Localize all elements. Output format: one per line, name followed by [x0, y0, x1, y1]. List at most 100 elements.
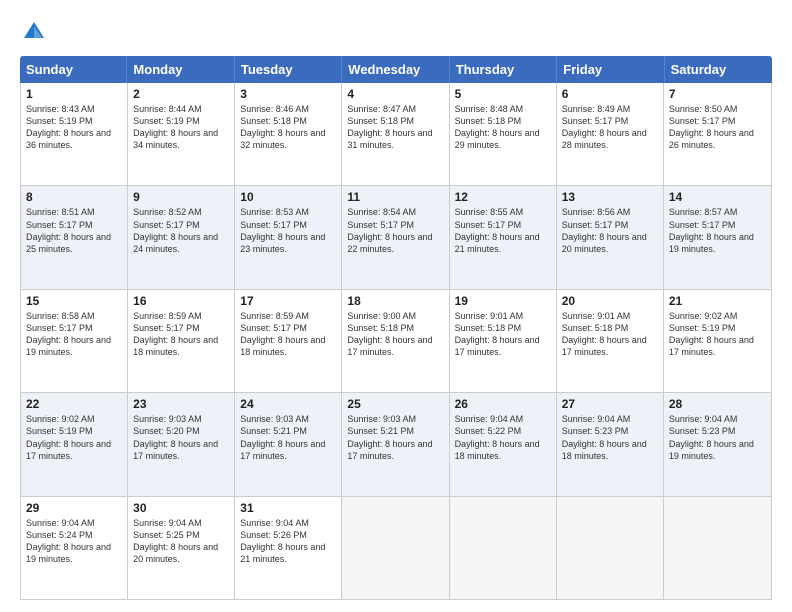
- day-cell-12: 12 Sunrise: 8:55 AMSunset: 5:17 PMDayligh…: [450, 186, 557, 288]
- day-cell-9: 9Sunrise: 8:52 AMSunset: 5:17 PMDaylight…: [128, 186, 235, 288]
- day-cell-29: 29 Sunrise: 9:04 AMSunset: 5:24 PMDayligh…: [21, 497, 128, 599]
- day-number: 14: [669, 190, 766, 204]
- day-number: 11: [347, 190, 443, 204]
- day-number: 18: [347, 294, 443, 308]
- page: SundayMondayTuesdayWednesdayThursdayFrid…: [0, 0, 792, 612]
- cell-info: Sunrise: 9:02 AMSunset: 5:19 PMDaylight:…: [26, 414, 111, 460]
- header-day-saturday: Saturday: [665, 56, 772, 83]
- cell-info: Sunrise: 8:51 AMSunset: 5:17 PMDaylight:…: [26, 207, 111, 253]
- cell-info: Sunrise: 9:01 AMSunset: 5:18 PMDaylight:…: [562, 311, 647, 357]
- day-cell-6: 6 Sunrise: 8:49 AMSunset: 5:17 PMDaylight…: [557, 83, 664, 185]
- logo-icon: [20, 18, 48, 46]
- day-cell-27: 27Sunrise: 9:04 AMSunset: 5:23 PMDayligh…: [557, 393, 664, 495]
- cell-info: Sunrise: 9:04 AMSunset: 5:26 PMDaylight:…: [240, 518, 325, 564]
- cell-info: Sunrise: 9:03 AMSunset: 5:21 PMDaylight:…: [347, 414, 432, 460]
- calendar-body: 1 Sunrise: 8:43 AMSunset: 5:19 PMDaylight…: [20, 83, 772, 600]
- day-number: 19: [455, 294, 551, 308]
- cell-info: Sunrise: 9:00 AMSunset: 5:18 PMDaylight:…: [347, 311, 432, 357]
- day-number: 26: [455, 397, 551, 411]
- cell-info: Sunrise: 8:55 AMSunset: 5:17 PMDaylight:…: [455, 207, 540, 253]
- cell-info: Sunrise: 8:59 AMSunset: 5:17 PMDaylight:…: [240, 311, 325, 357]
- day-cell-7: 7 Sunrise: 8:50 AMSunset: 5:17 PMDaylight…: [664, 83, 771, 185]
- header-day-wednesday: Wednesday: [342, 56, 449, 83]
- logo: [20, 18, 52, 46]
- day-number: 4: [347, 87, 443, 101]
- day-number: 7: [669, 87, 766, 101]
- day-cell-10: 10 Sunrise: 8:53 AMSunset: 5:17 PMDayligh…: [235, 186, 342, 288]
- day-cell-17: 17 Sunrise: 8:59 AMSunset: 5:17 PMDayligh…: [235, 290, 342, 392]
- day-number: 28: [669, 397, 766, 411]
- day-cell-11: 11 Sunrise: 8:54 AMSunset: 5:17 PMDayligh…: [342, 186, 449, 288]
- day-number: 10: [240, 190, 336, 204]
- cell-info: Sunrise: 8:52 AMSunset: 5:17 PMDaylight:…: [133, 207, 218, 253]
- day-number: 24: [240, 397, 336, 411]
- week-row-4: 22 Sunrise: 9:02 AMSunset: 5:19 PMDayligh…: [21, 393, 771, 496]
- cell-info: Sunrise: 9:03 AMSunset: 5:20 PMDaylight:…: [133, 414, 218, 460]
- day-cell-25: 25 Sunrise: 9:03 AMSunset: 5:21 PMDayligh…: [342, 393, 449, 495]
- day-cell-4: 4Sunrise: 8:47 AMSunset: 5:18 PMDaylight…: [342, 83, 449, 185]
- header: [20, 18, 772, 46]
- day-number: 1: [26, 87, 122, 101]
- day-cell-15: 15 Sunrise: 8:58 AMSunset: 5:17 PMDayligh…: [21, 290, 128, 392]
- day-number: 15: [26, 294, 122, 308]
- day-number: 22: [26, 397, 122, 411]
- cell-info: Sunrise: 8:58 AMSunset: 5:17 PMDaylight:…: [26, 311, 111, 357]
- cell-info: Sunrise: 9:04 AMSunset: 5:25 PMDaylight:…: [133, 518, 218, 564]
- cell-info: Sunrise: 9:04 AMSunset: 5:23 PMDaylight:…: [669, 414, 754, 460]
- day-cell-8: 8 Sunrise: 8:51 AMSunset: 5:17 PMDaylight…: [21, 186, 128, 288]
- day-cell-24: 24 Sunrise: 9:03 AMSunset: 5:21 PMDayligh…: [235, 393, 342, 495]
- day-number: 16: [133, 294, 229, 308]
- week-row-1: 1 Sunrise: 8:43 AMSunset: 5:19 PMDaylight…: [21, 83, 771, 186]
- day-number: 6: [562, 87, 658, 101]
- day-cell-22: 22 Sunrise: 9:02 AMSunset: 5:19 PMDayligh…: [21, 393, 128, 495]
- day-number: 5: [455, 87, 551, 101]
- day-cell-1: 1 Sunrise: 8:43 AMSunset: 5:19 PMDaylight…: [21, 83, 128, 185]
- cell-info: Sunrise: 9:04 AMSunset: 5:24 PMDaylight:…: [26, 518, 111, 564]
- day-number: 3: [240, 87, 336, 101]
- cell-info: Sunrise: 8:50 AMSunset: 5:17 PMDaylight:…: [669, 104, 754, 150]
- day-cell-2: 2Sunrise: 8:44 AMSunset: 5:19 PMDaylight…: [128, 83, 235, 185]
- day-cell-21: 21 Sunrise: 9:02 AMSunset: 5:19 PMDayligh…: [664, 290, 771, 392]
- day-number: 12: [455, 190, 551, 204]
- cell-info: Sunrise: 8:48 AMSunset: 5:18 PMDaylight:…: [455, 104, 540, 150]
- header-day-tuesday: Tuesday: [235, 56, 342, 83]
- day-number: 29: [26, 501, 122, 515]
- day-cell-18: 18 Sunrise: 9:00 AMSunset: 5:18 PMDayligh…: [342, 290, 449, 392]
- empty-cell: [342, 497, 449, 599]
- day-cell-31: 31Sunrise: 9:04 AMSunset: 5:26 PMDayligh…: [235, 497, 342, 599]
- cell-info: Sunrise: 8:49 AMSunset: 5:17 PMDaylight:…: [562, 104, 647, 150]
- cell-info: Sunrise: 9:04 AMSunset: 5:22 PMDaylight:…: [455, 414, 540, 460]
- calendar-header: SundayMondayTuesdayWednesdayThursdayFrid…: [20, 56, 772, 83]
- calendar: SundayMondayTuesdayWednesdayThursdayFrid…: [20, 56, 772, 600]
- day-number: 17: [240, 294, 336, 308]
- day-number: 21: [669, 294, 766, 308]
- cell-info: Sunrise: 8:54 AMSunset: 5:17 PMDaylight:…: [347, 207, 432, 253]
- day-cell-3: 3Sunrise: 8:46 AMSunset: 5:18 PMDaylight…: [235, 83, 342, 185]
- empty-cell: [450, 497, 557, 599]
- cell-info: Sunrise: 8:56 AMSunset: 5:17 PMDaylight:…: [562, 207, 647, 253]
- week-row-3: 15 Sunrise: 8:58 AMSunset: 5:17 PMDayligh…: [21, 290, 771, 393]
- empty-cell: [557, 497, 664, 599]
- header-day-monday: Monday: [127, 56, 234, 83]
- day-number: 13: [562, 190, 658, 204]
- week-row-5: 29 Sunrise: 9:04 AMSunset: 5:24 PMDayligh…: [21, 497, 771, 599]
- day-cell-26: 26 Sunrise: 9:04 AMSunset: 5:22 PMDayligh…: [450, 393, 557, 495]
- cell-info: Sunrise: 8:59 AMSunset: 5:17 PMDaylight:…: [133, 311, 218, 357]
- day-cell-23: 23Sunrise: 9:03 AMSunset: 5:20 PMDayligh…: [128, 393, 235, 495]
- day-number: 8: [26, 190, 122, 204]
- cell-info: Sunrise: 9:03 AMSunset: 5:21 PMDaylight:…: [240, 414, 325, 460]
- day-number: 25: [347, 397, 443, 411]
- day-number: 20: [562, 294, 658, 308]
- cell-info: Sunrise: 9:02 AMSunset: 5:19 PMDaylight:…: [669, 311, 754, 357]
- day-cell-19: 19Sunrise: 9:01 AMSunset: 5:18 PMDayligh…: [450, 290, 557, 392]
- day-cell-20: 20 Sunrise: 9:01 AMSunset: 5:18 PMDayligh…: [557, 290, 664, 392]
- day-number: 27: [562, 397, 658, 411]
- day-cell-28: 28 Sunrise: 9:04 AMSunset: 5:23 PMDayligh…: [664, 393, 771, 495]
- cell-info: Sunrise: 8:53 AMSunset: 5:17 PMDaylight:…: [240, 207, 325, 253]
- day-cell-16: 16 Sunrise: 8:59 AMSunset: 5:17 PMDayligh…: [128, 290, 235, 392]
- header-day-friday: Friday: [557, 56, 664, 83]
- day-cell-13: 13 Sunrise: 8:56 AMSunset: 5:17 PMDayligh…: [557, 186, 664, 288]
- day-cell-14: 14Sunrise: 8:57 AMSunset: 5:17 PMDayligh…: [664, 186, 771, 288]
- cell-info: Sunrise: 8:43 AMSunset: 5:19 PMDaylight:…: [26, 104, 111, 150]
- empty-cell: [664, 497, 771, 599]
